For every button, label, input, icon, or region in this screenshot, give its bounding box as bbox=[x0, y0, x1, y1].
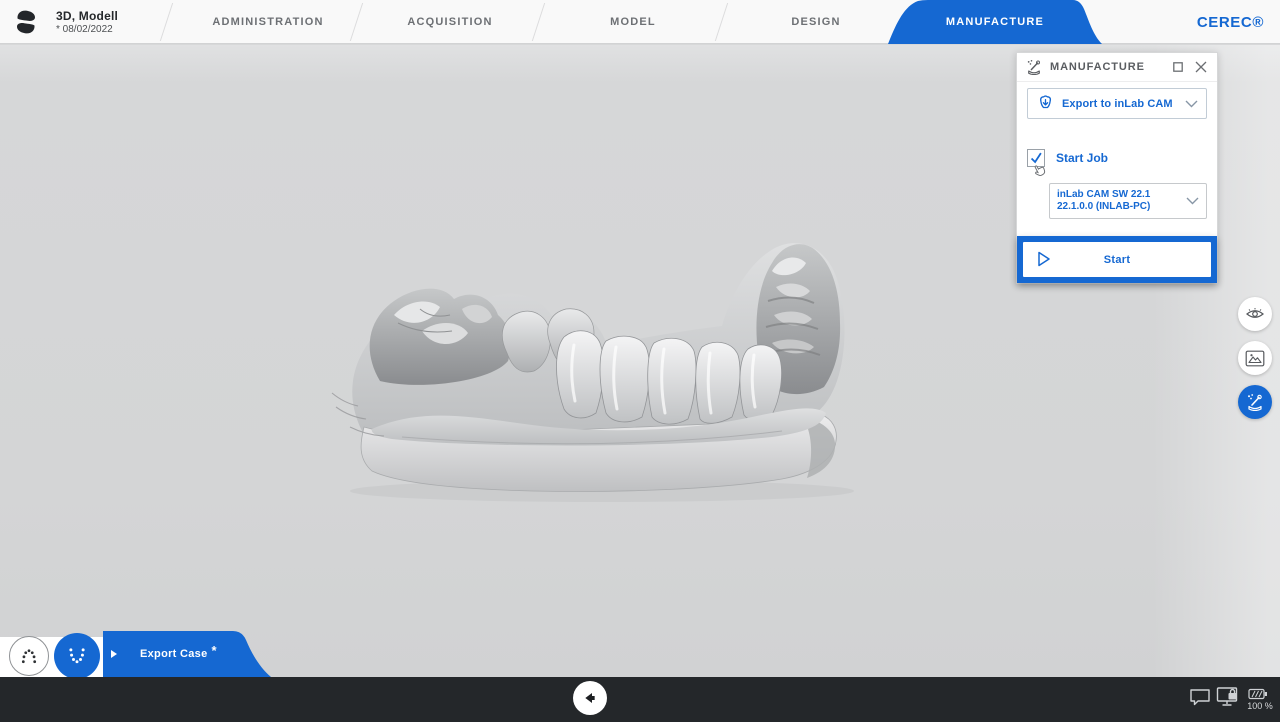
manufacture-panel-header: MANUFACTURE bbox=[1017, 53, 1217, 82]
case-info: 3D, Modell * 08/02/2022 bbox=[56, 9, 118, 37]
back-button[interactable] bbox=[573, 681, 607, 715]
play-icon bbox=[1036, 250, 1052, 268]
manufacture-icon bbox=[1246, 393, 1264, 411]
start-job-checkbox[interactable] bbox=[1027, 149, 1045, 167]
export-mode-value: Export to inLab CAM bbox=[1062, 98, 1185, 110]
tab-separator bbox=[160, 3, 173, 41]
start-job-label: Start Job bbox=[1056, 151, 1108, 165]
brand-logo-cerec: CEREC® bbox=[1197, 0, 1264, 44]
battery-icon bbox=[1248, 688, 1268, 700]
chevron-down-icon bbox=[1185, 100, 1198, 108]
screenshot-button[interactable] bbox=[1238, 341, 1272, 375]
manufacture-tool-button[interactable] bbox=[1238, 385, 1272, 419]
manufacture-icon bbox=[1026, 59, 1042, 75]
close-icon[interactable] bbox=[1194, 60, 1208, 74]
tab-model[interactable]: MODEL bbox=[548, 0, 718, 44]
upper-jaw-button[interactable] bbox=[9, 636, 49, 676]
remote-support-icon bbox=[1216, 686, 1240, 709]
top-navigation-bar: 3D, Modell * 08/02/2022 ADMINISTRATION A… bbox=[0, 0, 1280, 44]
tab-acquisition[interactable]: ACQUISITION bbox=[365, 0, 535, 44]
arrow-right-icon bbox=[110, 649, 118, 659]
machine-line2: 22.1.0.0 (INLAB-PC) bbox=[1057, 201, 1186, 213]
tab-manufacture[interactable]: MANUFACTURE bbox=[880, 0, 1110, 44]
machine-dropdown[interactable]: inLab CAM SW 22.1 22.1.0.0 (INLAB-PC) bbox=[1049, 183, 1207, 219]
manufacture-panel: MANUFACTURE Export to inLab CAM Start Jo… bbox=[1016, 52, 1218, 284]
eye-icon bbox=[1245, 306, 1265, 322]
case-date: * 08/02/2022 bbox=[56, 24, 118, 37]
status-bar: 100 % bbox=[0, 677, 1280, 722]
case-title: 3D, Modell bbox=[56, 9, 118, 24]
lower-jaw-icon bbox=[63, 642, 91, 670]
start-button-label: Start bbox=[1104, 254, 1131, 266]
screenshot-icon bbox=[1245, 350, 1265, 367]
export-case-tab[interactable]: Export Case * bbox=[103, 631, 253, 677]
back-arrow-icon bbox=[582, 690, 598, 706]
tab-administration[interactable]: ADMINISTRATION bbox=[183, 0, 353, 44]
remote-support-button[interactable] bbox=[1216, 686, 1240, 714]
chat-button[interactable] bbox=[1189, 688, 1211, 713]
maximize-icon[interactable] bbox=[1171, 60, 1185, 74]
battery-percent-label: 100 % bbox=[1243, 701, 1277, 711]
dentsply-sirona-logo bbox=[14, 8, 38, 36]
start-job-row: Start Job bbox=[1027, 149, 1207, 167]
chat-icon bbox=[1189, 688, 1211, 708]
view-options-button[interactable] bbox=[1238, 297, 1272, 331]
start-button-frame: Start bbox=[1017, 236, 1217, 283]
chevron-down-icon bbox=[1186, 197, 1199, 205]
machine-dropdown-value: inLab CAM SW 22.1 22.1.0.0 (INLAB-PC) bbox=[1057, 189, 1186, 213]
export-case-marker: * bbox=[212, 643, 217, 658]
upper-jaw-icon bbox=[16, 643, 42, 669]
export-case-label: Export Case bbox=[140, 648, 208, 660]
machine-line1: inLab CAM SW 22.1 bbox=[1057, 189, 1186, 201]
cerec-app: { "colors": { "accent": "#1568d2", "topb… bbox=[0, 0, 1280, 722]
export-mode-dropdown[interactable]: Export to inLab CAM bbox=[1027, 88, 1207, 119]
tab-design[interactable]: DESIGN bbox=[731, 0, 901, 44]
start-button[interactable]: Start bbox=[1023, 242, 1211, 277]
tooth-export-icon bbox=[1036, 94, 1055, 113]
lower-jaw-button[interactable] bbox=[54, 633, 100, 679]
lower-jaw-3d-model[interactable] bbox=[302, 231, 862, 509]
panel-title: MANUFACTURE bbox=[1050, 61, 1162, 73]
